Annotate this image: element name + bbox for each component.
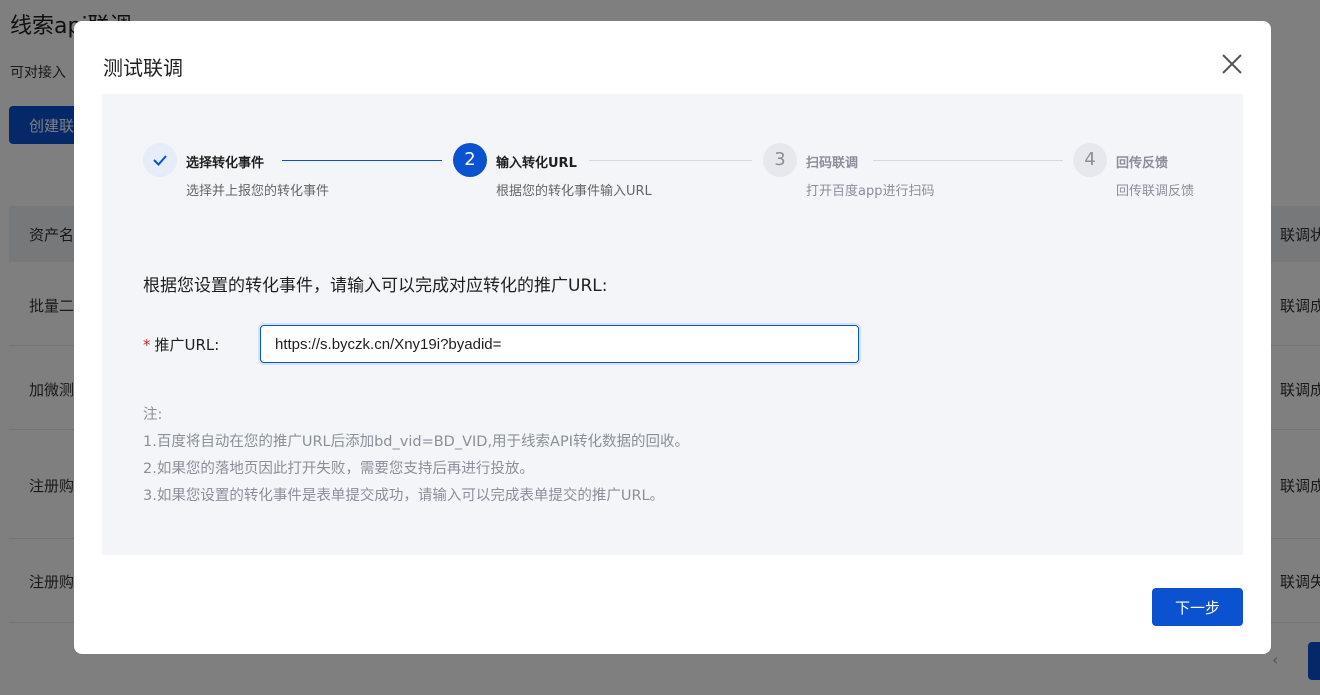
note-title: 注: [143,407,163,423]
step-3-title: 扫码联调 [806,156,859,171]
step-1-title: 选择转化事件 [186,156,265,171]
dialog-title: 测试联调 [103,56,183,80]
note-line-3: 3.如果您设置的转化事件是表单提交成功，请输入可以完成表单提交的推广URL。 [143,488,665,504]
note-line-2: 2.如果您的落地页因此打开失败，需要您支持后再进行投放。 [143,461,534,477]
step-1-check-icon [143,143,177,177]
step-4-title: 回传反馈 [1116,156,1169,171]
step-3-desc: 打开百度app进行扫码 [806,184,935,199]
url-label-text: 推广URL: [154,336,220,354]
test-integration-dialog: 测试联调 选择转化事件 选择并上报您的转化事件 2 输入转化URL 根据您的转化… [74,21,1271,654]
step-connector [873,160,1063,161]
next-step-button[interactable]: 下一步 [1152,588,1243,626]
step-3-indicator: 3 [763,143,797,177]
step-connector [282,160,442,161]
step-connector [589,160,752,161]
step-4-desc: 回传联调反馈 [1116,184,1195,199]
note-line-1: 1.百度将自动在您的推广URL后添加bd_vid=BD_VID,用于线索API转… [143,434,689,450]
close-icon[interactable] [1220,52,1244,76]
required-mark: * [143,336,151,354]
step-2-title: 输入转化URL [496,156,577,171]
content-panel: 选择转化事件 选择并上报您的转化事件 2 输入转化URL 根据您的转化事件输入U… [102,94,1243,555]
note-block: 注: 1.百度将自动在您的推广URL后添加bd_vid=BD_VID,用于线索A… [143,402,689,510]
step-2-indicator: 2 [453,143,487,177]
step-1-desc: 选择并上报您的转化事件 [186,184,330,199]
step-4-indicator: 4 [1073,143,1107,177]
promotion-url-input[interactable] [260,325,859,363]
url-field-label: * 推广URL: [143,334,219,355]
step-2-desc: 根据您的转化事件输入URL [496,184,652,199]
instruction-text: 根据您设置的转化事件，请输入可以完成对应转化的推广URL: [143,276,608,296]
